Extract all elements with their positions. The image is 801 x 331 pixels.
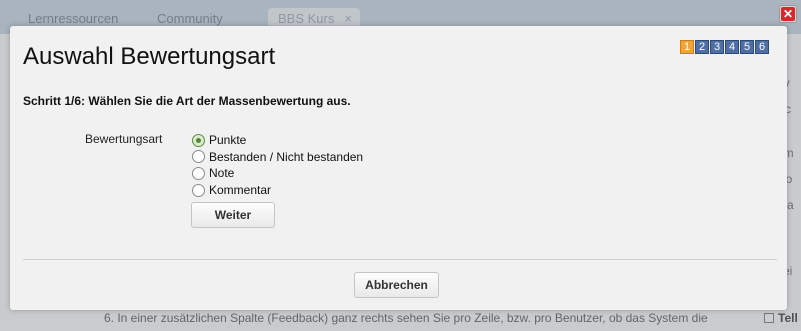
next-button[interactable]: Weiter xyxy=(191,202,275,228)
step-indicator: 1 2 3 4 5 6 xyxy=(680,40,769,54)
step-6: 6 xyxy=(755,40,769,54)
step-3: 3 xyxy=(710,40,724,54)
close-button[interactable]: ✕ xyxy=(779,5,797,23)
step-1: 1 xyxy=(680,40,694,54)
field-label-bewertungsart: Bewertungsart xyxy=(85,132,163,146)
radio-kommentar[interactable] xyxy=(192,183,205,197)
option-label: Note xyxy=(209,166,235,181)
option-label: Bestanden / Nicht bestanden xyxy=(209,149,364,164)
close-icon: ✕ xyxy=(781,7,795,21)
option-punkte[interactable]: Punkte xyxy=(192,132,363,149)
dialog-divider xyxy=(23,259,777,260)
step-2: 2 xyxy=(695,40,709,54)
option-kommentar[interactable]: Kommentar xyxy=(192,182,363,199)
radio-bestanden[interactable] xyxy=(192,150,205,164)
radio-punkte[interactable] xyxy=(192,133,205,147)
option-label: Punkte xyxy=(209,133,247,148)
option-note[interactable]: Note xyxy=(192,165,363,182)
step-instruction: Schritt 1/6: Wählen Sie die Art der Mass… xyxy=(23,94,351,108)
option-label: Kommentar xyxy=(209,183,272,198)
bewertungsart-radio-group: Punkte Bestanden / Nicht bestanden Note … xyxy=(192,132,363,198)
step-4: 4 xyxy=(725,40,739,54)
option-bestanden[interactable]: Bestanden / Nicht bestanden xyxy=(192,149,363,166)
bewertung-dialog: Auswahl Bewertungsart 1 2 3 4 5 6 Schrit… xyxy=(10,26,787,310)
radio-note[interactable] xyxy=(192,166,205,180)
cancel-button[interactable]: Abbrechen xyxy=(354,272,439,298)
dialog-title: Auswahl Bewertungsart xyxy=(23,43,276,70)
step-5: 5 xyxy=(740,40,754,54)
